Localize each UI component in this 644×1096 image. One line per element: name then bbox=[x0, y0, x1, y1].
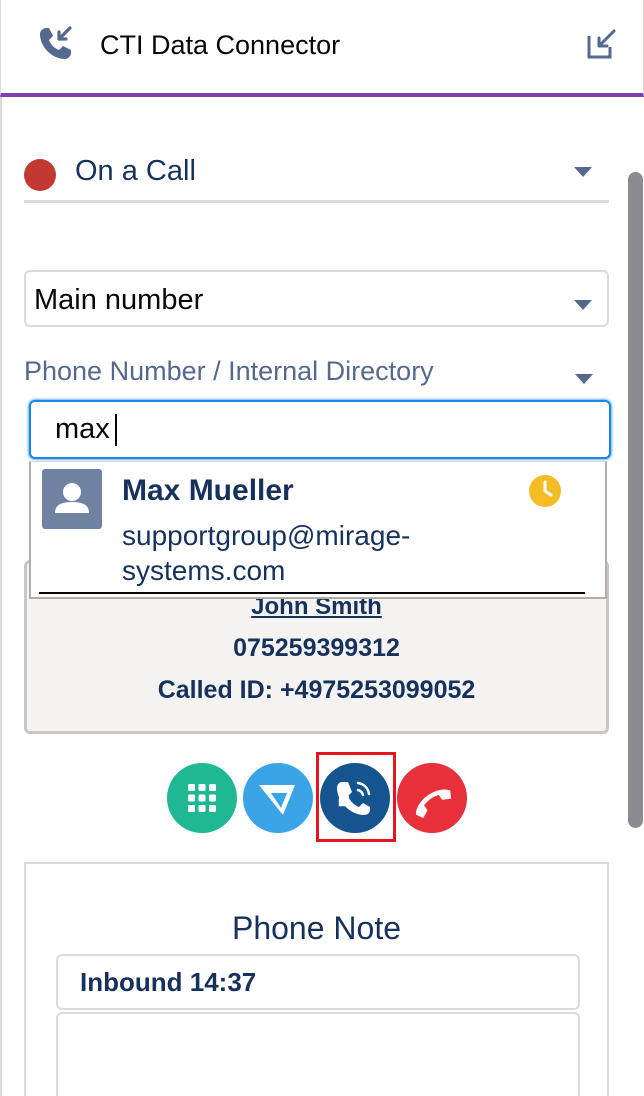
note-subject-input[interactable] bbox=[56, 954, 580, 1010]
app-title: CTI Data Connector bbox=[100, 30, 341, 60]
scrollbar-thumb[interactable] bbox=[628, 172, 643, 828]
status-label: On a Call bbox=[75, 155, 196, 187]
dialpad-button[interactable] bbox=[167, 763, 237, 833]
chevron-down-icon bbox=[574, 167, 592, 177]
called-id: Called ID: +4975253099052 bbox=[157, 676, 476, 704]
popout-icon[interactable] bbox=[585, 28, 617, 60]
caller-number: 075259399312 bbox=[233, 634, 400, 662]
contact-email: supportgroup@mirage-systems.com bbox=[122, 520, 411, 586]
phone-note-panel: Phone Note bbox=[24, 862, 609, 1096]
clock-icon bbox=[528, 474, 562, 508]
transfer-icon bbox=[259, 785, 295, 815]
line-select[interactable]: Main number bbox=[24, 270, 609, 327]
avatar bbox=[42, 469, 102, 529]
contact-name: Max Mueller bbox=[122, 474, 294, 507]
divider bbox=[39, 592, 585, 594]
hang-up-button[interactable] bbox=[397, 763, 467, 833]
phone-note-title: Phone Note bbox=[231, 910, 401, 946]
directory-label: Phone Number / Internal Directory bbox=[24, 356, 434, 386]
frame-border bbox=[0, 97, 2, 1096]
status-selector[interactable]: On a Call bbox=[24, 147, 609, 203]
line-select-value: Main number bbox=[34, 284, 204, 316]
consult-call-button[interactable] bbox=[320, 763, 390, 833]
transfer-button[interactable] bbox=[243, 763, 313, 833]
app-header: CTI Data Connector bbox=[0, 0, 644, 97]
dialpad-icon bbox=[188, 784, 216, 812]
chevron-down-icon[interactable] bbox=[575, 374, 593, 384]
text-cursor bbox=[115, 414, 117, 446]
scrollbar[interactable] bbox=[627, 172, 644, 828]
chevron-down-icon bbox=[574, 300, 592, 310]
note-body-textarea[interactable] bbox=[56, 1012, 580, 1096]
consult-call-icon bbox=[337, 781, 371, 815]
status-dot bbox=[24, 159, 56, 191]
hang-up-icon bbox=[415, 789, 452, 819]
search-results-dropdown: Max Mueller supportgroup@mirage-systems.… bbox=[29, 461, 607, 599]
phone-incoming-icon bbox=[37, 24, 75, 62]
